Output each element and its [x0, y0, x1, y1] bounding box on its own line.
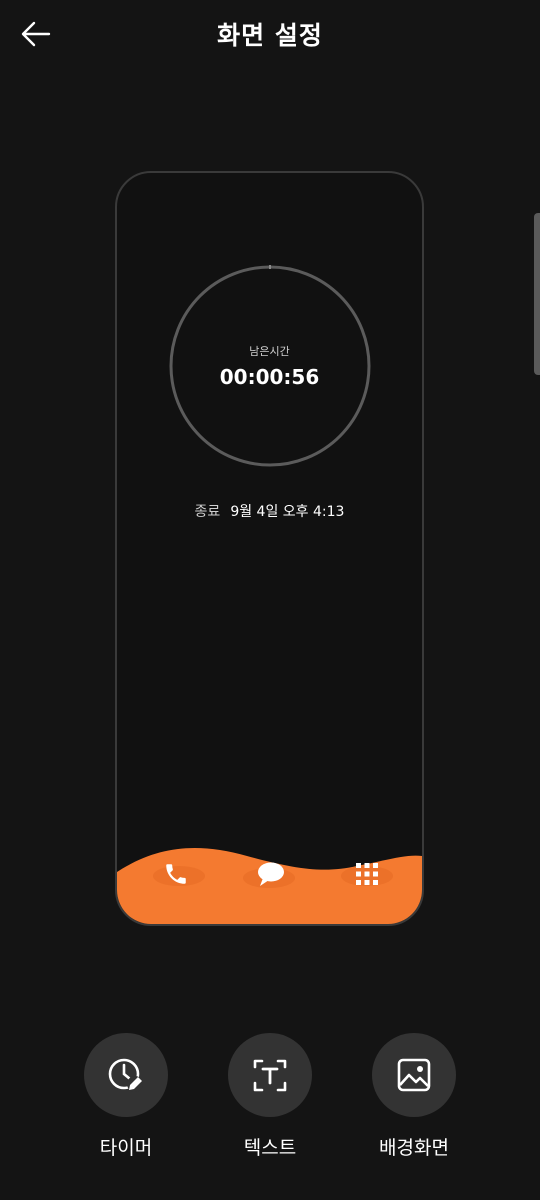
- text-box-icon: [253, 1059, 287, 1092]
- end-time-value: 9월 4일 오후 4:13: [230, 504, 345, 520]
- phone-preview: 남은시간 00:00:56 종료 9월 4일 오후 4:13: [115, 171, 424, 926]
- timer-edit-icon: [108, 1058, 143, 1092]
- wallpaper-button[interactable]: [372, 1033, 456, 1117]
- tool-text-label: 텍스트: [243, 1137, 297, 1159]
- end-time: 종료 9월 4일 오후 4:13: [117, 501, 422, 521]
- image-icon: [397, 1058, 431, 1092]
- timer-remaining-label: 남은시간: [249, 345, 290, 358]
- tool-timer[interactable]: 타이머: [56, 1033, 196, 1160]
- end-time-label: 종료: [194, 504, 221, 520]
- page-title: 화면 설정: [217, 21, 323, 50]
- screen-settings: 화면 설정 남은시간 00:00:56 종료 9월 4일 오후 4:13 타이머…: [0, 0, 540, 1200]
- message-icon: [256, 859, 286, 889]
- tool-text[interactable]: 텍스트: [200, 1033, 340, 1160]
- tool-wallpaper-label: 배경화면: [379, 1137, 449, 1159]
- edge-scroll-handle[interactable]: [534, 213, 540, 375]
- phone-icon: [161, 859, 191, 889]
- header: 화면 설정: [0, 0, 540, 70]
- tool-timer-label: 타이머: [99, 1137, 153, 1159]
- tool-wallpaper[interactable]: 배경화면: [344, 1033, 484, 1160]
- apps-grid-icon: [352, 859, 382, 889]
- timer-button[interactable]: [84, 1033, 168, 1117]
- text-button[interactable]: [228, 1033, 312, 1117]
- timer-remaining-value: 00:00:56: [219, 365, 320, 389]
